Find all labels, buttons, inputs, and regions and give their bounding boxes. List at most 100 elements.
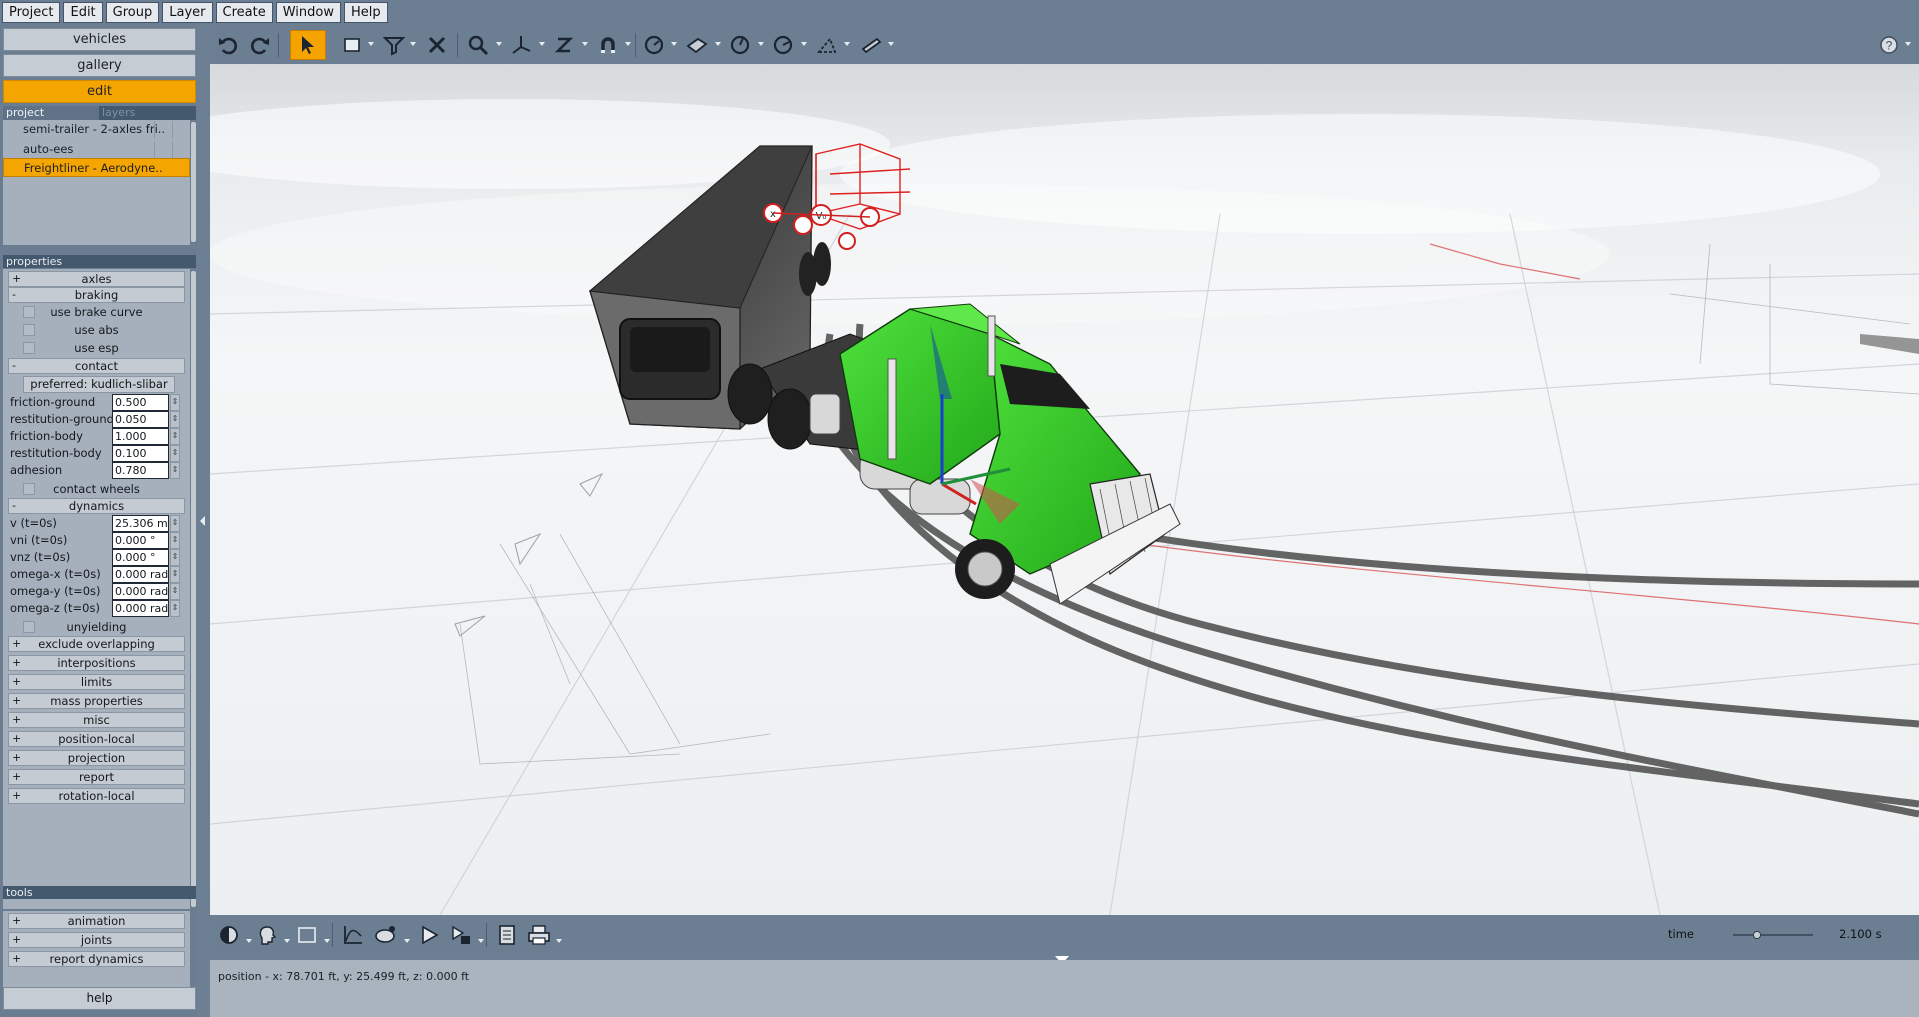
- section-dynamics[interactable]: - dynamics: [8, 498, 185, 514]
- layers-scrollbar[interactable]: [191, 122, 196, 242]
- ruler-button[interactable]: [857, 30, 885, 60]
- menu-window[interactable]: Window: [275, 2, 341, 23]
- spinner[interactable]: ⇕: [170, 515, 180, 532]
- section-mass-properties[interactable]: + mass properties: [8, 693, 185, 709]
- angle-icon: [817, 37, 837, 53]
- spinner[interactable]: ⇕: [170, 532, 180, 549]
- delete-button[interactable]: [423, 30, 451, 60]
- rotation-measure-button[interactable]: [769, 30, 797, 60]
- background-button[interactable]: [292, 920, 322, 950]
- section-limits[interactable]: + limits: [8, 674, 185, 690]
- section-braking[interactable]: - braking: [8, 287, 185, 303]
- sphere-shading-icon: [220, 926, 238, 944]
- friction-ground-input[interactable]: 0.500: [112, 394, 169, 411]
- triangle-measure-button[interactable]: [813, 30, 841, 60]
- layer-item-selected[interactable]: Freightliner - Aerodyne..: [3, 158, 190, 177]
- vni-input[interactable]: 0.000 °: [112, 532, 169, 549]
- report-button[interactable]: [492, 920, 522, 950]
- status-bar: position - x: 78.701 ft, y: 25.499 ft, z…: [210, 960, 1919, 1017]
- layer-item[interactable]: auto-ees: [3, 140, 190, 159]
- spinner[interactable]: ⇕: [170, 583, 180, 600]
- spinner[interactable]: ⇕: [170, 462, 180, 479]
- document-icon: [499, 925, 515, 945]
- z-axis-button[interactable]: [550, 30, 578, 60]
- omega-x-input[interactable]: 0.000 rad/: [112, 566, 169, 583]
- restitution-ground-input[interactable]: 0.050: [112, 411, 169, 428]
- section-misc[interactable]: + misc: [8, 712, 185, 728]
- time-slider-thumb[interactable]: [1752, 931, 1762, 939]
- spinner[interactable]: ⇕: [170, 549, 180, 566]
- section-projection[interactable]: + projection: [8, 750, 185, 766]
- tool-joints[interactable]: + joints: [8, 932, 185, 948]
- help-context-button[interactable]: ?: [1875, 30, 1903, 60]
- use-brake-curve-checkbox[interactable]: use brake curve: [3, 303, 190, 321]
- vehicles-button[interactable]: vehicles: [3, 28, 196, 51]
- use-esp-checkbox[interactable]: use esp: [3, 339, 190, 357]
- menu-edit[interactable]: Edit: [63, 2, 103, 23]
- spinner[interactable]: ⇕: [170, 428, 180, 445]
- magnet-button[interactable]: [594, 30, 622, 60]
- zoom-button[interactable]: [464, 30, 492, 60]
- z-letter-icon: [554, 37, 574, 53]
- rectangle-tool-button[interactable]: [338, 30, 366, 60]
- step-button[interactable]: [446, 920, 476, 950]
- tab-project[interactable]: project: [3, 106, 99, 120]
- gallery-button[interactable]: gallery: [3, 54, 196, 77]
- section-axles[interactable]: + axles: [8, 271, 185, 287]
- section-exclude-overlapping[interactable]: + exclude overlapping: [8, 636, 185, 652]
- time-slider[interactable]: [1723, 931, 1823, 939]
- graph-button[interactable]: [338, 920, 368, 950]
- menu-create[interactable]: Create: [215, 2, 273, 23]
- tab-layers[interactable]: layers: [99, 106, 196, 120]
- spinner[interactable]: ⇕: [170, 411, 180, 428]
- camera-view-button[interactable]: [252, 920, 282, 950]
- motion-button[interactable]: [370, 920, 400, 950]
- menu-group[interactable]: Group: [105, 2, 160, 23]
- vnz-input[interactable]: 0.000 °: [112, 549, 169, 566]
- spinner[interactable]: ⇕: [170, 445, 180, 462]
- omega-z-input[interactable]: 0.000 rad/: [112, 600, 169, 617]
- edit-button[interactable]: edit: [3, 80, 196, 103]
- omega-y-input[interactable]: 0.000 rad/: [112, 583, 169, 600]
- contact-model-select[interactable]: preferred: kudlich-slibar: [23, 376, 175, 393]
- panel-collapse-handle[interactable]: [199, 510, 205, 532]
- restitution-body-input[interactable]: 0.100: [112, 445, 169, 462]
- use-abs-checkbox[interactable]: use abs: [3, 321, 190, 339]
- spinner[interactable]: ⇕: [170, 394, 180, 411]
- properties-panel: + axles - braking use brake curve use abs …: [3, 269, 190, 909]
- redo-button[interactable]: [246, 30, 274, 60]
- axes-button[interactable]: [507, 30, 535, 60]
- menu-project[interactable]: Project: [2, 2, 61, 23]
- unyielding-checkbox[interactable]: unyielding: [3, 618, 190, 636]
- select-tool-button[interactable]: [290, 30, 326, 60]
- menu-help[interactable]: Help: [343, 2, 388, 23]
- shading-button[interactable]: [214, 920, 244, 950]
- help-button[interactable]: help: [3, 987, 196, 1010]
- section-rotation-local[interactable]: + rotation-local: [8, 788, 185, 804]
- section-report[interactable]: + report: [8, 769, 185, 785]
- section-position-local[interactable]: + position-local: [8, 731, 185, 747]
- speed-measure-button[interactable]: [640, 30, 668, 60]
- section-contact[interactable]: - contact: [8, 358, 185, 374]
- print-button[interactable]: [524, 920, 554, 950]
- 3d-viewport[interactable]: x V₀: [210, 64, 1919, 915]
- menu-layer[interactable]: Layer: [162, 2, 213, 23]
- spinner[interactable]: ⇕: [170, 566, 180, 583]
- car-motion-icon: [375, 926, 395, 943]
- tool-report-dynamics[interactable]: + report dynamics: [8, 951, 185, 967]
- play-button[interactable]: [414, 920, 444, 950]
- tools-header: tools: [3, 886, 196, 899]
- section-interpositions[interactable]: + interpositions: [8, 655, 185, 671]
- filter-tool-button[interactable]: [380, 30, 408, 60]
- tool-animation[interactable]: + animation: [8, 913, 185, 929]
- spinner[interactable]: ⇕: [170, 600, 180, 617]
- contact-wheels-checkbox[interactable]: contact wheels: [3, 480, 190, 498]
- angle-measure-button[interactable]: [726, 30, 754, 60]
- plane-button[interactable]: [683, 30, 711, 60]
- friction-body-input[interactable]: 1.000: [112, 428, 169, 445]
- adhesion-input[interactable]: 0.780: [112, 462, 169, 479]
- v-input[interactable]: 25.306 mp: [112, 515, 169, 532]
- undo-button[interactable]: [214, 30, 242, 60]
- properties-scrollbar[interactable]: [191, 271, 196, 907]
- layer-item[interactable]: semi-trailer - 2-axles fri..: [3, 120, 190, 139]
